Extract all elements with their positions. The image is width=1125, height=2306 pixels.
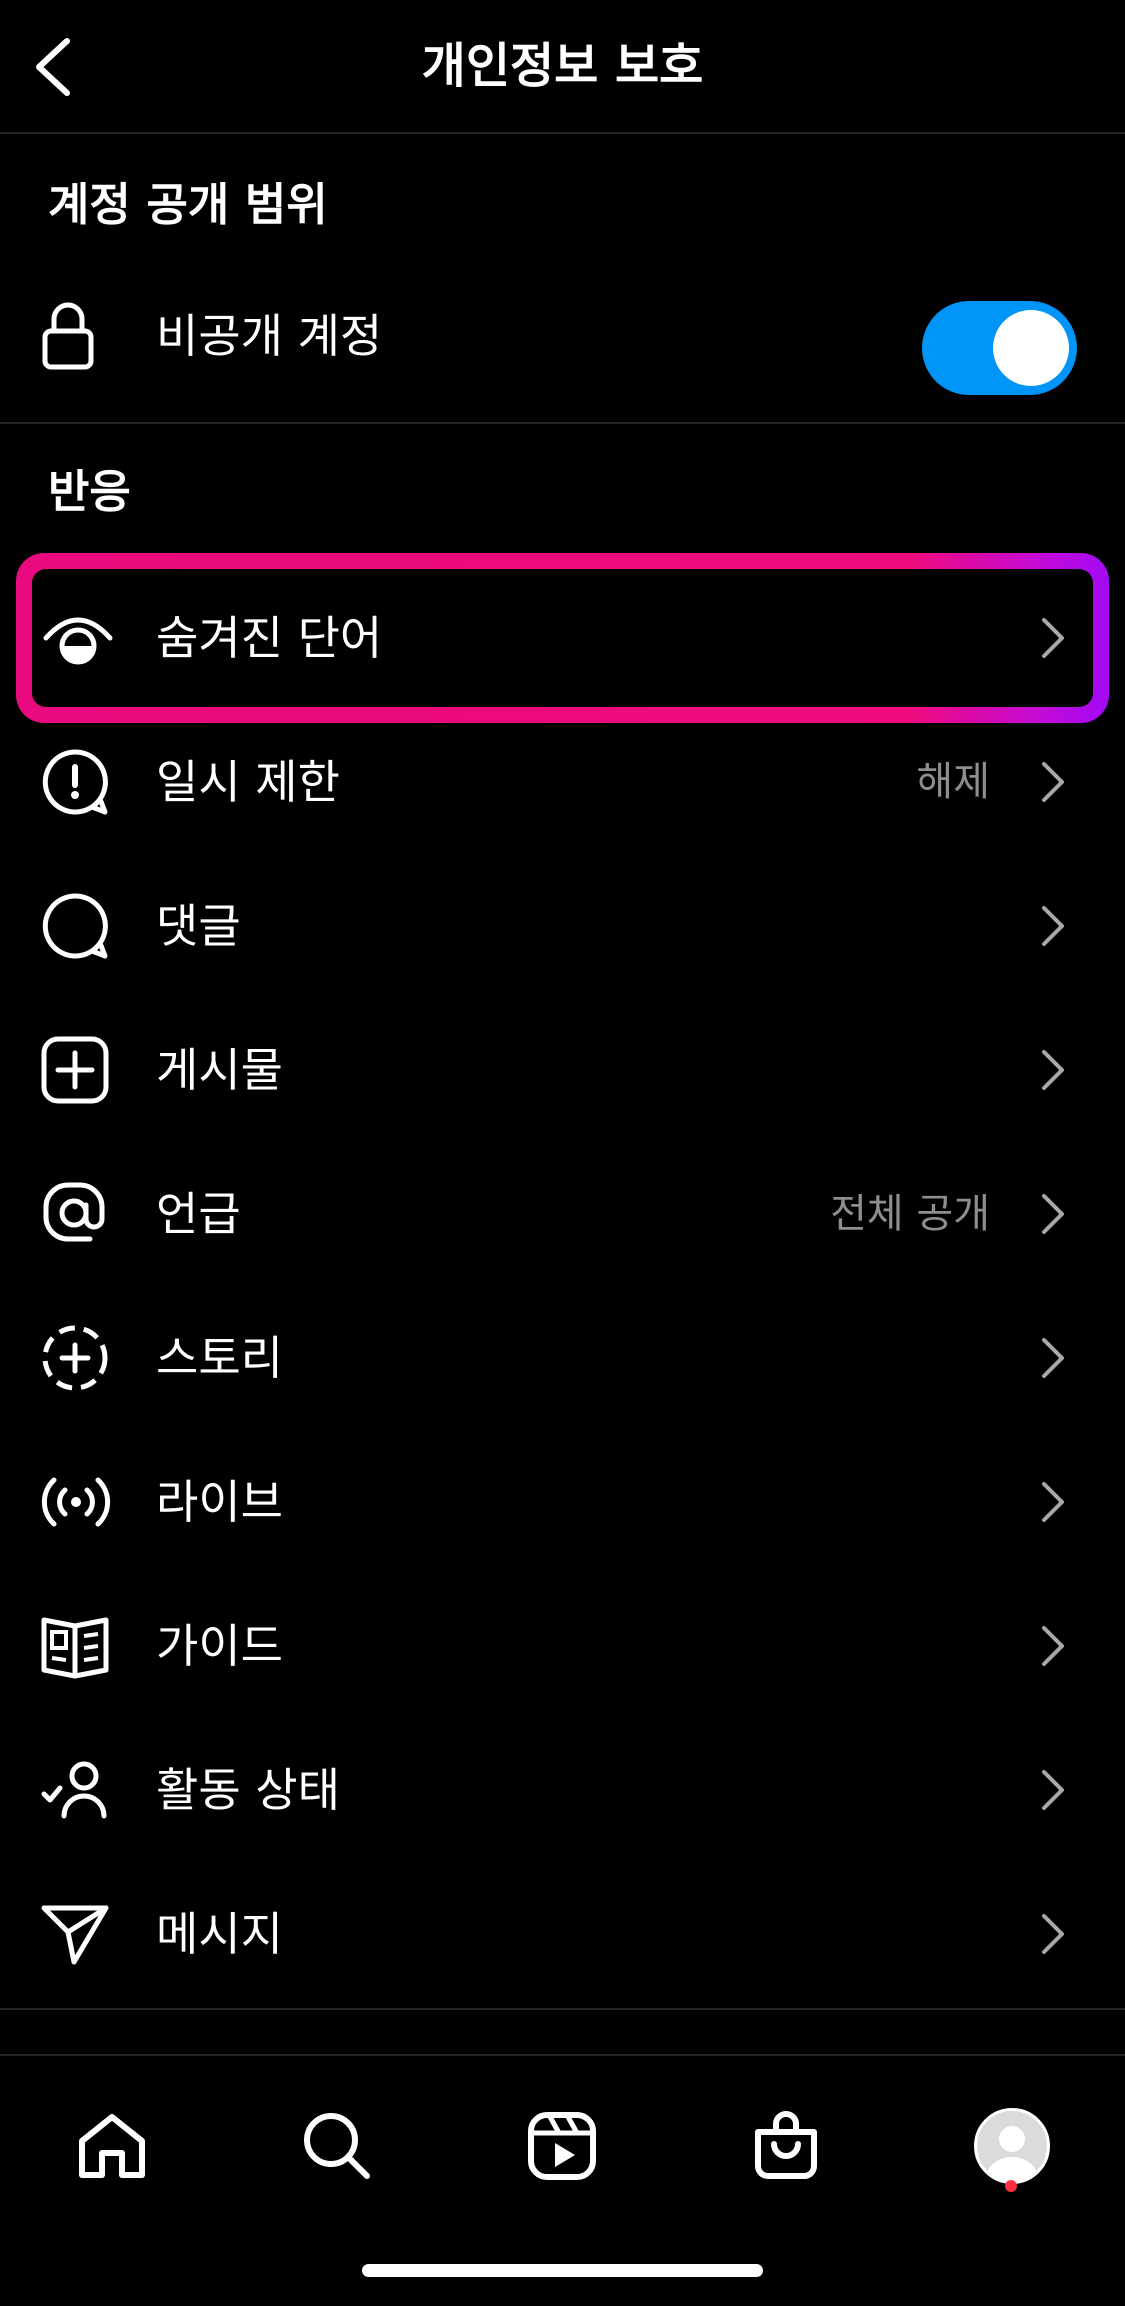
chevron-right-icon xyxy=(1042,1050,1064,1090)
chevron-right-icon xyxy=(1042,618,1064,658)
home-indicator xyxy=(362,2264,763,2277)
comment-icon xyxy=(40,891,128,961)
story-add-icon xyxy=(40,1323,128,1393)
top-bar: 개인정보 보호 xyxy=(0,0,1125,134)
item-label: 숨겨진 단어 xyxy=(156,611,383,665)
settings-item-comments[interactable]: 댓글 xyxy=(0,854,1125,998)
alert-bubble-icon xyxy=(40,747,128,817)
settings-item-posts[interactable]: 게시물 xyxy=(0,998,1125,1142)
tab-shop[interactable] xyxy=(736,2096,836,2196)
search-icon xyxy=(304,2113,370,2179)
tab-reels[interactable] xyxy=(512,2096,612,2196)
item-value: 전체 공개 xyxy=(830,1191,990,1237)
notification-dot xyxy=(1005,2180,1017,2192)
at-sign-icon xyxy=(40,1179,128,1249)
settings-item-messages[interactable]: 메시지 xyxy=(0,1862,1125,2006)
item-label: 활동 상태 xyxy=(156,1763,340,1817)
reels-icon xyxy=(528,2112,596,2180)
paper-plane-icon xyxy=(40,1899,128,1969)
item-label: 댓글 xyxy=(156,899,241,953)
private-account-label: 비공개 계정 xyxy=(156,309,383,363)
item-label: 언급 xyxy=(156,1187,241,1241)
item-label: 스토리 xyxy=(156,1331,283,1385)
settings-item-story[interactable]: 스토리 xyxy=(0,1286,1125,1430)
chevron-right-icon xyxy=(1042,1914,1064,1954)
chevron-right-icon xyxy=(1042,762,1064,802)
section-title-account-privacy: 계정 공개 범위 xyxy=(48,178,328,231)
section-divider xyxy=(0,2008,1125,2010)
settings-item-guides[interactable]: 가이드 xyxy=(0,1574,1125,1718)
chevron-right-icon xyxy=(1042,1482,1064,1522)
user-check-icon xyxy=(40,1755,128,1825)
item-label: 가이드 xyxy=(156,1619,283,1673)
item-value: 해제 xyxy=(916,759,990,805)
item-label: 메시지 xyxy=(156,1907,283,1961)
settings-item-activity-status[interactable]: 활동 상태 xyxy=(0,1718,1125,1862)
tab-home[interactable] xyxy=(62,2096,162,2196)
chevron-right-icon xyxy=(1042,1338,1064,1378)
chevron-right-icon xyxy=(1042,1626,1064,1666)
chevron-right-icon xyxy=(1042,1770,1064,1810)
item-label: 라이브 xyxy=(156,1475,283,1529)
live-broadcast-icon xyxy=(40,1467,128,1537)
private-account-toggle[interactable] xyxy=(922,301,1077,395)
chevron-right-icon xyxy=(1042,906,1064,946)
profile-avatar xyxy=(974,2108,1050,2184)
item-label: 게시물 xyxy=(156,1043,283,1097)
section-title-interactions: 반응 xyxy=(48,465,131,518)
settings-item-mentions[interactable]: 언급 전체 공개 xyxy=(0,1142,1125,1286)
chevron-right-icon xyxy=(1042,1194,1064,1234)
shop-icon xyxy=(755,2111,817,2179)
item-label: 일시 제한 xyxy=(156,755,340,809)
plus-square-icon xyxy=(40,1035,128,1105)
page-title: 개인정보 보호 xyxy=(421,38,704,94)
tab-search[interactable] xyxy=(287,2096,387,2196)
hidden-words-icon xyxy=(40,603,128,673)
settings-item-hidden-words[interactable]: 숨겨진 단어 xyxy=(0,566,1125,710)
section-divider xyxy=(0,422,1125,424)
toggle-knob xyxy=(993,310,1069,386)
lock-icon xyxy=(40,301,128,371)
guide-book-icon xyxy=(40,1611,128,1681)
home-icon xyxy=(79,2114,145,2178)
settings-item-live[interactable]: 라이브 xyxy=(0,1430,1125,1574)
settings-item-limits[interactable]: 일시 제한 해제 xyxy=(0,710,1125,854)
